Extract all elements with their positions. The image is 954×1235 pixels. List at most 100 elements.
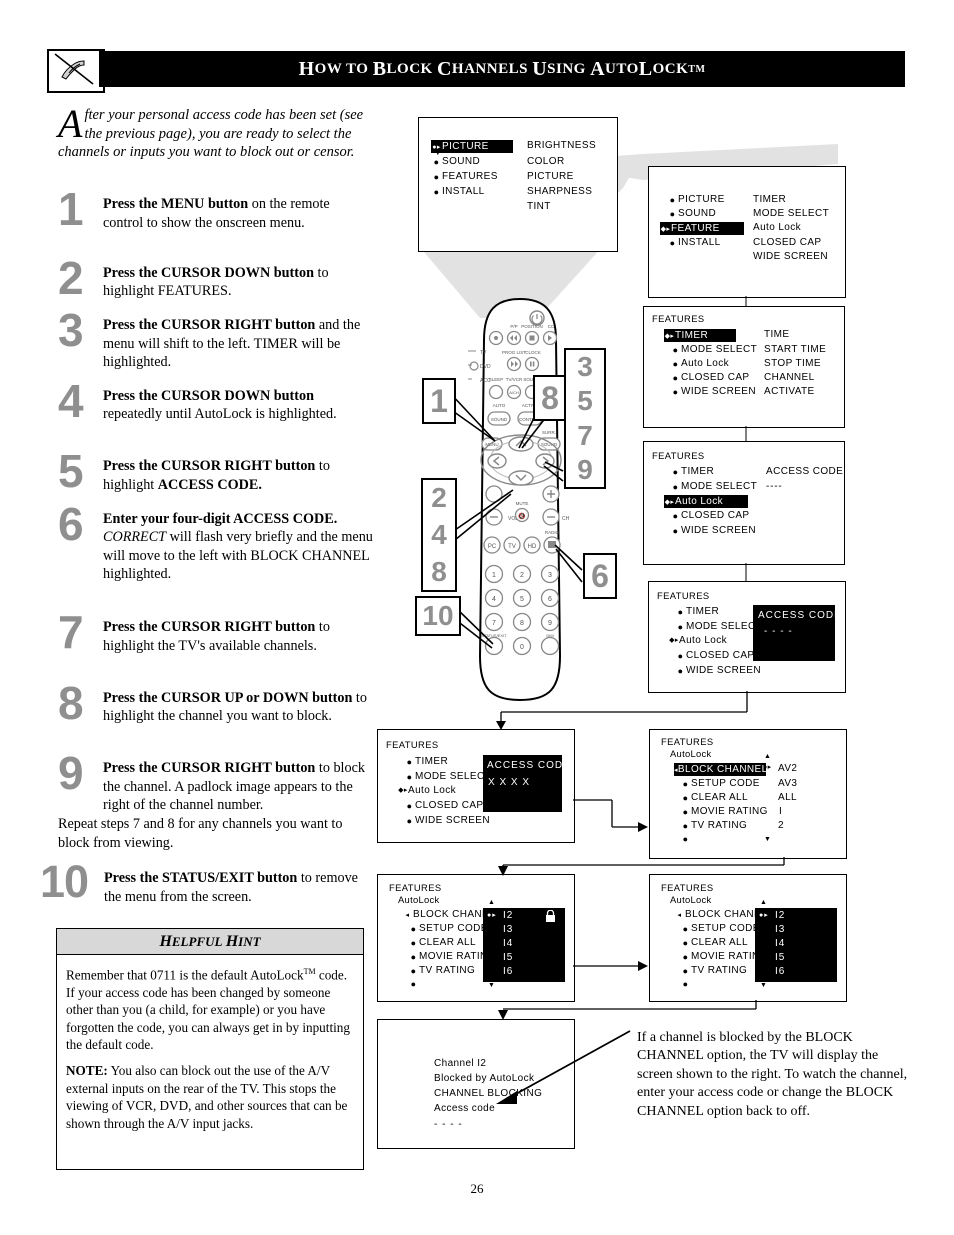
osd-item-label: CLOSED CAP [681,372,750,383]
blocked-line-3: CHANNEL BLOCKING [434,1088,543,1099]
bullet-icon: ● [682,951,689,962]
osd-sub-tint: TINT [527,201,551,212]
osd-item-movie-rating: ● MOVIE RATING [680,806,768,817]
osd-title: FEATURES [657,590,710,601]
osd-item-wide-screen: ● WIDE SCREEN [670,386,756,397]
bullet-icon: ● [410,965,417,976]
channel-list-panel: ●▸ I2 I3 I4 I5 I6 [483,908,565,982]
callout-right-stack: 3 5 7 9 [564,348,606,489]
osd-item-label: Auto Lock [408,785,457,796]
bullet-icon: ● [406,756,413,767]
bullet-icon: ● [406,815,413,826]
osd-item-install: ● INSTALL [667,237,721,248]
bullet-icon: ● [406,771,413,782]
osd-item-closed-cap: ● CLOSED CAP [670,372,749,383]
svg-text:6: 6 [548,596,552,603]
page-title: H OW TO B LOCK C HANNELS U SING A UTO L OCK TM [298,57,706,80]
step-bold-2: ACCESS CODE. [157,476,262,493]
svg-text:9: 9 [548,620,552,627]
osd-item-clear-all: ● CLEAR ALL [680,792,748,803]
channel-value: I3 [775,924,786,935]
osd-menu-feature: ● PICTURE ● SOUND ◆▸ FEATURE ● INSTALL TIMER… [648,166,846,298]
osd-item-mode-select: ● MODE SELECT [404,771,491,782]
osd-item-label: SOUND [678,208,717,219]
callout-number: 7 [577,419,593,451]
step-bold: Press the CURSOR UP or DOWN button [103,689,353,706]
step-text: Press the CURSOR UP or DOWN button to hi… [103,689,373,726]
channel-value: I2 [775,910,786,921]
svg-text:SURR.: SURR. [542,430,556,435]
helpful-hint-body: Remember that 0711 is the default AutoLo… [57,955,363,1132]
bullet-icon: ● [672,386,679,397]
blocked-line-4: Access code [434,1103,496,1114]
blocked-screen-caption: If a channel is blocked by the BLOCK CHA… [637,1030,908,1119]
osd-item-label: TV RATING [691,820,748,831]
osd-item-auto-lock: ◆▸ Auto Lock [398,785,456,796]
blocked-line-5: - - - - [434,1119,463,1130]
bullet-icon: ● [682,806,689,817]
access-code-title: ACCESS CODE [758,610,842,621]
osd-sub-timer: TIMER [753,194,787,205]
osd-item-tv-rating: ● TV RATING [680,820,747,831]
nav-cursor-icon: ◆▸ [664,498,675,506]
step-number: 5 [58,445,84,497]
callout-left-stack: 2 4 8 [421,478,457,592]
osd-item-label: TIMER [415,756,449,767]
step-number: 6 [58,497,84,550]
blocked-line-1: Channel I2 [434,1058,487,1069]
svg-text:CC: CC [548,324,555,329]
intro-text: fter your personal access code has been … [58,107,364,161]
osd-item-label: MODE SELECT [686,621,763,632]
bullet-icon: ● [682,820,689,831]
osd-item-tv-rating: ● TV RATING [408,965,475,976]
svg-text:CLOCK: CLOCK [525,350,541,355]
step-3: 3 Press the CURSOR RIGHT button and the … [58,307,373,374]
osd-item-label: WIDE SCREEN [681,525,756,536]
step-5: 5 Press the CURSOR RIGHT button to highl… [58,448,373,497]
osd-title: FEATURES [661,882,714,893]
osd-item-closed-cap: ● CLOSED CAP [404,800,483,811]
osd-sub-sharpness: SHARPNESS [527,186,593,197]
step-1: 1 Press the MENU button on the remote co… [58,186,373,251]
left-arrow-icon: ◂ [677,911,682,919]
osd-item-label: CLOSED CAP [681,510,750,521]
osd-blocked-screen: Channel I2 Blocked by AutoLock CHANNEL B… [377,1019,575,1149]
callout-1: 1 [422,378,456,424]
osd-item-label: Auto Lock [679,635,728,646]
bullet-icon: ● [672,525,679,536]
osd-sub-start-time: START TIME [764,344,827,355]
osd-sub-channel: CHANNEL [764,372,815,383]
osd-item-label: SETUP CODE [691,923,760,934]
callout-number: 2 [431,482,447,514]
scroll-down-icon: ▼ [764,836,772,843]
osd-menu-picture: ▲▼ ●▸PICTURE ●SOUND ●FEATURES ●INSTALL B… [418,117,618,252]
bullet-icon: ● [672,372,679,383]
bullet-icon: ● [682,834,689,844]
osd-subtitle: AutoLock [670,894,712,905]
osd-item-label: INSTALL [442,186,485,197]
callout-number: 3 [577,351,593,383]
osd-item-timer: ● TIMER [404,756,448,767]
osd-item-sound: ● SOUND [431,156,480,167]
step-4: 4 Press the CURSOR DOWN button repeatedl… [58,378,373,445]
step-2: 2 Press the CURSOR DOWN button to highli… [58,255,373,304]
hand-pointing-icon [47,49,105,93]
step-text: Press the CURSOR DOWN button to highligh… [103,264,373,301]
osd-item-label: SETUP CODE [419,923,488,934]
nav-cursor-icon: ◆▸ [664,332,675,340]
osd-value-av2: AV2 [778,763,798,774]
scroll-up-icon: ▲ [760,899,768,906]
svg-text:TV/VCR: TV/VCR [506,377,523,382]
osd-menu-features-autolock: FEATURES ● TIMER ● MODE SELECT ◆▸ Auto Lock… [643,441,845,565]
step-number: 2 [58,251,84,304]
callout-number: 8 [431,555,447,587]
osd-item-label: TV RATING [419,965,476,976]
step-bold: Press the CURSOR RIGHT button [103,317,316,333]
bullet-icon: ● [672,510,679,521]
step-bold: Press the CURSOR RIGHT button [103,458,316,474]
callout-number: 5 [577,385,593,417]
osd-sub-time: TIME [764,329,790,340]
osd-item-tv-rating: ● TV RATING [680,965,747,976]
nav-cursor-icon: ●▸ [487,912,497,919]
step-text: Press the CURSOR RIGHT button to highlig… [103,457,373,494]
